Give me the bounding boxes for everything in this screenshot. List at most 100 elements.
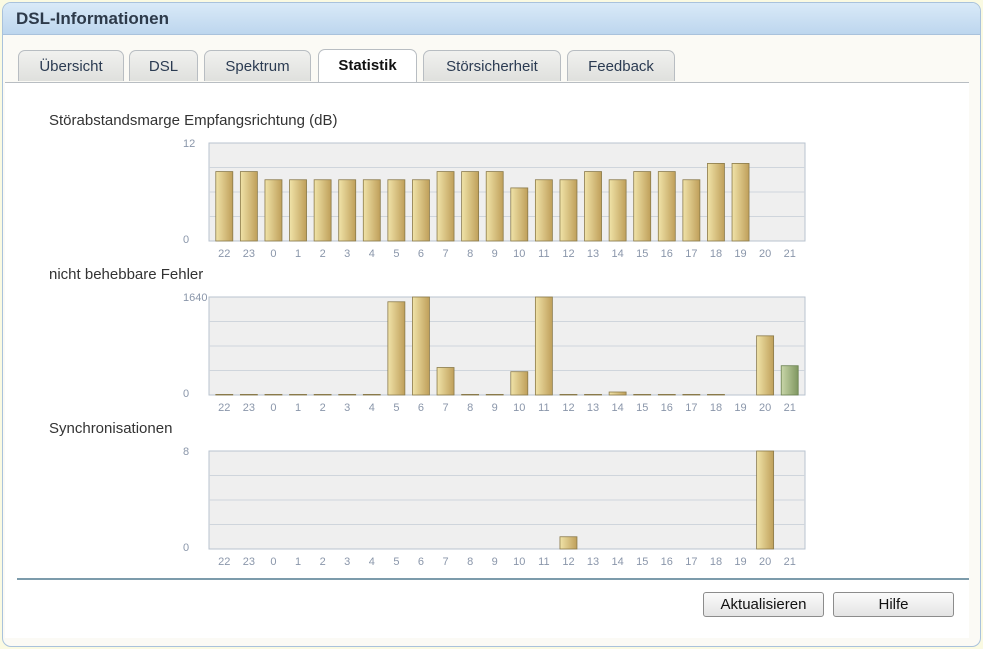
chart-uncorrectable-errors: 1640022 23 0 1 2 3 4 5 6 7 8 9 10 11 12 13 14 15 16 17 18 19 2… <box>183 292 806 414</box>
chart-bar <box>387 301 406 396</box>
tab-dsl[interactable]: DSL <box>129 50 198 81</box>
x-tick-label: 0 <box>270 402 276 414</box>
chart-bar <box>731 163 750 242</box>
x-tick-label: 17 <box>685 402 697 414</box>
tab-statistik[interactable]: Statistik <box>318 49 417 82</box>
x-tick-label: 2 <box>320 556 326 568</box>
x-tick-label: 17 <box>685 248 697 260</box>
dsl-info-panel: DSL-Informationen Übersicht DSL Spektrum… <box>2 2 981 647</box>
chart-bar <box>412 179 430 242</box>
x-tick-label: 13 <box>587 402 599 414</box>
x-tick-label: 8 <box>467 402 473 414</box>
chart-bar <box>584 394 602 396</box>
chart-bar <box>461 171 480 242</box>
chart-bar <box>682 179 701 242</box>
chart-snr-margin: 12022 23 0 1 2 3 4 5 6 7 8 9 10 11 12 13 14 15 16 17 18 19 20 2… <box>183 138 806 260</box>
chart-bar <box>756 450 775 550</box>
x-tick-label: 15 <box>636 248 648 260</box>
chart-bar <box>707 394 725 396</box>
chart-bar <box>780 365 799 396</box>
help-button[interactable]: Hilfe <box>833 592 954 617</box>
chart-bar <box>436 171 455 242</box>
chart-bar <box>633 394 652 396</box>
x-tick-label: 23 <box>243 556 255 568</box>
tab-spektrum[interactable]: Spektrum <box>204 50 311 81</box>
chart-bar <box>559 179 578 242</box>
x-tick-label: 13 <box>587 556 599 568</box>
chart-bar <box>289 394 307 396</box>
y-tick-label: 12 <box>183 138 195 150</box>
chart-bar <box>313 179 332 242</box>
x-tick-label: 23 <box>243 248 255 260</box>
x-tick-label: 9 <box>492 248 498 260</box>
chart-bar <box>264 179 283 242</box>
x-tick-label: 3 <box>344 402 350 414</box>
x-tick-label: 14 <box>612 248 624 260</box>
x-tick-label: 1 <box>295 248 301 260</box>
chart-bar <box>289 179 307 242</box>
chart-title-sync: Synchronisationen <box>49 420 173 437</box>
y-tick-label: 1640 <box>183 292 207 304</box>
chart-bar <box>239 394 258 396</box>
chart-bar <box>215 394 234 396</box>
x-tick-label: 2 <box>320 402 326 414</box>
divider <box>17 578 969 580</box>
x-tick-label: 16 <box>661 402 673 414</box>
tab-uebersicht[interactable]: Übersicht <box>18 50 124 81</box>
x-tick-label: 6 <box>418 556 424 568</box>
y-tick-label: 0 <box>183 388 189 400</box>
chart-bar <box>707 163 725 242</box>
x-tick-label: 5 <box>393 556 399 568</box>
refresh-button[interactable]: Aktualisieren <box>703 592 824 617</box>
x-tick-label: 20 <box>759 248 771 260</box>
x-tick-label: 1 <box>295 402 301 414</box>
chart-bar <box>657 171 676 242</box>
x-tick-label: 11 <box>538 402 549 414</box>
x-tick-label: 16 <box>661 248 673 260</box>
chart-bar <box>338 394 357 396</box>
chart-bar <box>510 187 529 242</box>
x-tick-label: 20 <box>759 556 771 568</box>
chart-bar <box>313 394 332 396</box>
x-tick-label: 15 <box>636 402 648 414</box>
chart-bar <box>239 171 258 242</box>
chart-bar <box>362 394 381 396</box>
chart-bar <box>756 335 775 396</box>
chart-bar <box>633 171 652 242</box>
x-tick-label: 12 <box>562 556 574 568</box>
chart-bar <box>362 179 381 242</box>
x-tick-label: 3 <box>344 556 350 568</box>
x-tick-label: 23 <box>243 402 255 414</box>
chart-bar <box>682 394 701 396</box>
chart-bar <box>608 179 627 242</box>
x-tick-label: 21 <box>784 402 796 414</box>
tab-bar: Übersicht DSL Spektrum Statistik Störsic… <box>18 49 968 83</box>
tab-feedback[interactable]: Feedback <box>567 50 675 81</box>
x-tick-label: 1 <box>295 556 301 568</box>
y-tick-label: 0 <box>183 542 189 554</box>
chart-bar <box>657 394 676 396</box>
chart-bar <box>436 367 455 396</box>
x-tick-label: 14 <box>612 556 624 568</box>
chart-bar <box>461 394 480 396</box>
chart-bar <box>510 371 529 396</box>
x-tick-label: 5 <box>393 248 399 260</box>
chart-bar <box>412 296 430 396</box>
x-tick-label: 21 <box>784 556 796 568</box>
x-tick-label: 0 <box>270 248 276 260</box>
x-tick-label: 12 <box>562 248 574 260</box>
chart-bar <box>534 179 553 242</box>
x-tick-label: 0 <box>270 556 276 568</box>
x-tick-label: 11 <box>538 248 549 260</box>
x-tick-label: 18 <box>710 556 722 568</box>
x-tick-label: 6 <box>418 248 424 260</box>
x-tick-label: 15 <box>636 556 648 568</box>
statistik-content: Störabstandsmarge Empfangsrichtung (dB) … <box>5 82 969 638</box>
x-tick-label: 22 <box>218 402 230 414</box>
chart-bar <box>338 179 357 242</box>
tab-stoersicherheit[interactable]: Störsicherheit <box>423 50 561 81</box>
chart-bar <box>485 171 504 242</box>
x-tick-label: 9 <box>492 402 498 414</box>
chart-bar <box>534 296 553 396</box>
x-tick-label: 4 <box>369 402 375 414</box>
